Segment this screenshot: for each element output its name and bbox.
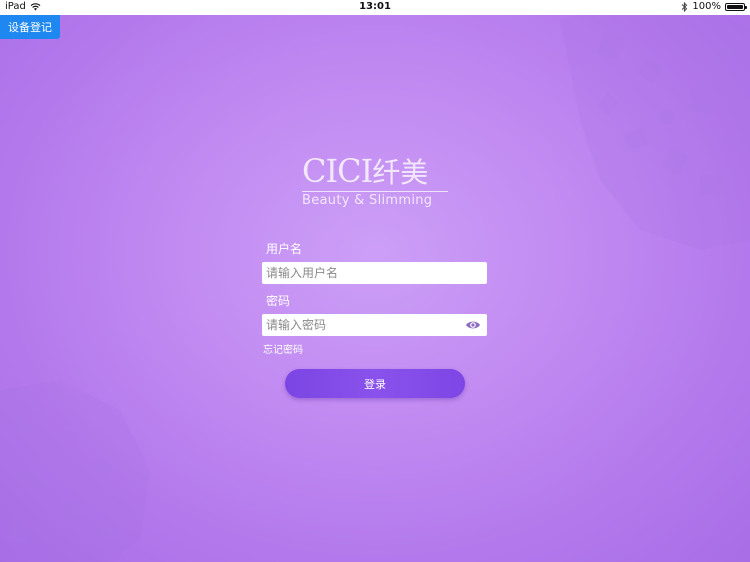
password-field [262, 314, 487, 336]
brand-logo: CICI纤美 Beauty & Slimming [302, 153, 452, 210]
username-input[interactable] [262, 262, 487, 284]
brand-chinese: 纤美 [372, 156, 429, 189]
device-register-button[interactable]: 设备登记 [0, 15, 60, 39]
brand-name: CICI纤美 [302, 153, 452, 191]
forgot-password-link[interactable]: 忘记密码 [263, 341, 303, 356]
status-bar: iPad 13:01 100% [0, 0, 750, 15]
password-label: 密码 [266, 294, 291, 308]
battery-icon [725, 2, 747, 11]
password-input[interactable] [262, 314, 487, 336]
battery-percent: 100% [692, 1, 721, 12]
battery-level [727, 4, 743, 9]
eye-icon[interactable] [465, 319, 481, 331]
login-button[interactable]: 登录 [285, 369, 465, 398]
username-field [262, 262, 487, 284]
status-bar-right: 100% [681, 1, 747, 12]
bluetooth-icon [682, 1, 688, 12]
clock: 13:01 [359, 1, 391, 12]
username-label: 用户名 [266, 242, 303, 256]
login-screen: iPad 13:01 100% 设备登记 CICI纤美 Beauty & Sli… [0, 0, 750, 562]
brand-latin: CICI [302, 152, 373, 190]
brand-tagline: Beauty & Slimming [302, 193, 433, 208]
